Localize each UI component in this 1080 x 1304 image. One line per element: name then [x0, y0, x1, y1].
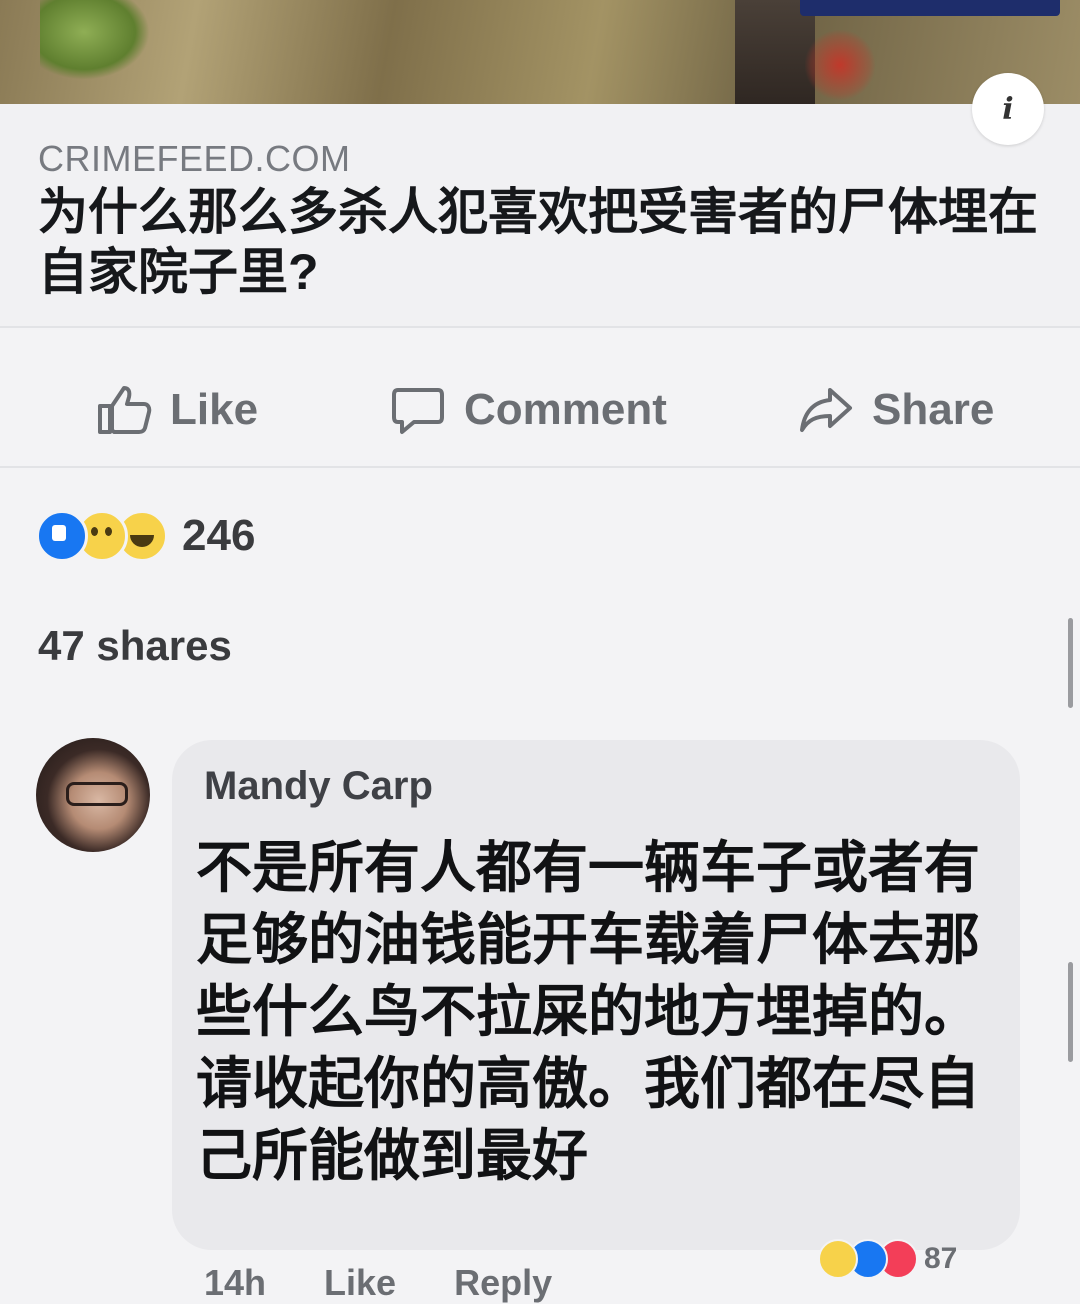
scrollbar[interactable] [1068, 618, 1073, 708]
link-headline[interactable]: 为什么那么多杀人犯喜欢把受害者的尸体埋在自家院子里? [38, 182, 1048, 302]
share-label: Share [872, 385, 995, 434]
share-arrow-icon [800, 388, 852, 432]
thumbs-up-icon [98, 386, 152, 434]
image-plant [40, 0, 150, 80]
comment-reply-link[interactable]: Reply [454, 1262, 552, 1303]
divider [0, 326, 1080, 328]
info-icon[interactable]: i [972, 73, 1044, 145]
link-domain: CRIMEFEED.COM [38, 138, 351, 179]
comment-reactions-count: 87 [924, 1242, 958, 1275]
like-button[interactable]: Like [96, 360, 258, 460]
divider [0, 466, 1080, 468]
comment-author[interactable]: Mandy Carp [204, 764, 433, 809]
comment-like-link[interactable]: Like [324, 1262, 396, 1303]
reactions-count: 246 [182, 511, 256, 560]
link-preview-image[interactable] [0, 0, 1080, 104]
comment-time: 14h [204, 1262, 267, 1303]
avatar[interactable] [36, 738, 150, 852]
avatar-glasses [66, 782, 128, 806]
comment-label: Comment [464, 385, 667, 434]
comment-button[interactable]: Comment [390, 360, 667, 460]
comment-bubble-icon [392, 388, 444, 434]
share-button[interactable]: Share [798, 360, 994, 460]
shares-count[interactable]: 47 shares [38, 622, 232, 670]
comment-meta: 14h Like Reply [204, 1262, 552, 1303]
comment-reactions[interactable]: 87 [818, 1238, 957, 1280]
comment-text: 不是所有人都有一辆车子或者有足够的油钱能开车载着尸体去那些什么鸟不拉屎的地方埋掉… [196, 836, 980, 1187]
post-actions-bar: Like Comment Share [0, 360, 1080, 460]
scrollbar[interactable] [1068, 962, 1073, 1062]
like-reaction-icon [36, 510, 88, 562]
image-red-object [805, 30, 875, 100]
image-caption-strip [800, 0, 1060, 16]
reactions-summary[interactable]: 246 [36, 506, 255, 566]
like-label: Like [170, 385, 259, 434]
haha-reaction-icon [818, 1239, 858, 1279]
